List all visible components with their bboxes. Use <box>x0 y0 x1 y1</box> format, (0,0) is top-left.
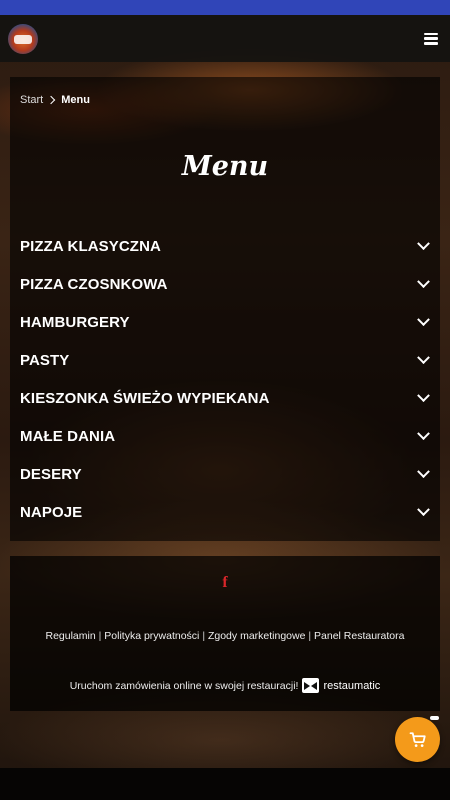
category-item[interactable]: KIESZONKA ŚWIEŻO WYPIEKANA <box>20 379 430 417</box>
chevron-down-icon <box>416 505 430 519</box>
category-item[interactable]: PIZZA CZOSNKOWA <box>20 265 430 303</box>
restaumatic-logo-icon <box>302 678 320 693</box>
promo-line: Uruchom zamówienia online w swojej resta… <box>10 678 440 693</box>
restaurant-logo-icon[interactable] <box>8 23 38 54</box>
category-item[interactable]: PIZZA KLASYCZNA <box>20 227 430 265</box>
chevron-down-icon <box>416 391 430 405</box>
page-title: Menu <box>181 151 269 182</box>
site-footer: f Regulamin | Polityka prywatności | Zgo… <box>10 556 440 711</box>
facebook-icon[interactable]: f <box>217 574 233 592</box>
category-item[interactable]: MAŁE DANIA <box>20 417 430 455</box>
category-item[interactable]: HAMBURGERY <box>20 303 430 341</box>
category-label: MAŁE DANIA <box>20 427 116 445</box>
category-item[interactable]: DESERY <box>20 455 430 493</box>
chevron-down-icon <box>416 315 430 329</box>
restaumatic-link[interactable]: restaumatic <box>302 678 380 693</box>
category-label: PIZZA KLASYCZNA <box>20 237 161 255</box>
marketing-consents-link[interactable]: Zgody marketingowe <box>208 630 305 642</box>
category-item[interactable]: PASTY <box>20 341 430 379</box>
breadcrumb-start-link[interactable]: Start <box>20 94 43 106</box>
chevron-right-icon <box>46 95 56 105</box>
chevron-down-icon <box>416 429 430 443</box>
bottom-strip <box>0 768 450 800</box>
link-separator: | <box>202 630 206 642</box>
cart-button[interactable] <box>395 717 440 762</box>
privacy-policy-link[interactable]: Polityka prywatności <box>104 630 199 642</box>
chevron-down-icon <box>416 467 430 481</box>
fab-indicator <box>430 716 439 720</box>
category-label: HAMBURGERY <box>20 313 130 331</box>
status-bar <box>0 0 450 15</box>
category-label: PIZZA CZOSNKOWA <box>20 275 168 293</box>
category-item[interactable]: NAPOJE <box>20 493 430 531</box>
category-label: KIESZONKA ŚWIEŻO WYPIEKANA <box>20 389 270 407</box>
restaumatic-brand: restaumatic <box>323 679 381 692</box>
chevron-down-icon <box>416 353 430 367</box>
menu-panel: Start Menu Menu PIZZA KLASYCZNA PIZZA CZ… <box>10 77 440 541</box>
cart-icon <box>409 731 426 747</box>
link-separator: | <box>98 630 102 642</box>
hamburger-icon[interactable] <box>424 32 438 45</box>
top-navbar <box>0 15 450 62</box>
terms-link[interactable]: Regulamin <box>45 630 95 642</box>
category-label: NAPOJE <box>20 503 83 521</box>
category-label: PASTY <box>20 351 70 369</box>
breadcrumb: Start Menu <box>20 94 90 106</box>
restaurant-panel-link[interactable]: Panel Restauratora <box>314 630 404 642</box>
promo-text: Uruchom zamówienia online w swojej resta… <box>69 679 299 692</box>
link-separator: | <box>308 630 312 642</box>
category-label: DESERY <box>20 465 82 483</box>
chevron-down-icon <box>416 239 430 253</box>
category-list: PIZZA KLASYCZNA PIZZA CZOSNKOWA HAMBURGE… <box>20 227 430 531</box>
chevron-down-icon <box>416 277 430 291</box>
breadcrumb-current: Menu <box>61 94 90 106</box>
footer-links: Regulamin | Polityka prywatności | Zgody… <box>40 628 410 645</box>
